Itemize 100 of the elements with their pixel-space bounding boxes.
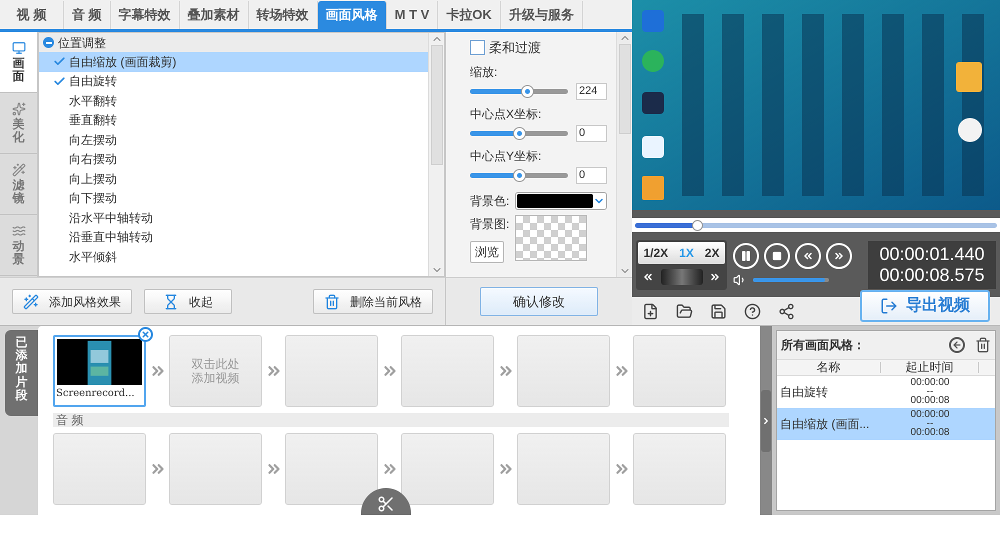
previous-frame-button[interactable] (795, 242, 821, 268)
expand-handle[interactable] (761, 390, 771, 452)
scissors-icon (377, 495, 395, 513)
collapse-icon[interactable] (43, 37, 54, 48)
trash-icon (324, 294, 340, 310)
group-header[interactable]: 位置调整 (39, 33, 428, 52)
list-item[interactable]: 向上摆动 (39, 169, 428, 188)
end-time: 00:00:08 (910, 396, 950, 406)
list-item[interactable]: 向右摆动 (39, 150, 428, 169)
new-file-icon[interactable] (642, 302, 659, 320)
clip-name: Screenrecord... (55, 387, 136, 401)
export-icon (880, 297, 898, 315)
start-time: 00:00:00 (910, 378, 950, 388)
action-button[interactable]: 收起 (144, 289, 232, 314)
magic-wand-icon (23, 294, 39, 310)
trash-icon[interactable] (975, 337, 991, 353)
checkbox[interactable] (470, 40, 485, 56)
time-separator: -- (926, 420, 934, 428)
pause-button[interactable] (733, 242, 759, 268)
sparkles-icon (12, 102, 26, 116)
clip-slot[interactable] (517, 335, 610, 407)
start-time: 00:00:00 (910, 410, 950, 420)
track-label: 已添加片段 (5, 330, 38, 416)
clip-slot[interactable] (517, 433, 610, 505)
table-cell-text: 自由旋转 (779, 384, 829, 401)
list-item[interactable]: 向左摆动 (39, 130, 428, 150)
slider-label: 缩放: (470, 64, 498, 80)
clip-slot[interactable] (633, 335, 726, 407)
slider-thumb[interactable] (513, 168, 526, 182)
share-icon[interactable] (778, 302, 795, 320)
tab[interactable]: 字幕特效 (110, 1, 180, 29)
table-row[interactable]: 自由旋转 00:00:00 -- 00:00:08 (777, 376, 995, 408)
end-time: 00:00:08 (910, 428, 950, 438)
value-field[interactable]: 224 (576, 82, 607, 100)
tab[interactable]: 音 频 (64, 1, 111, 29)
magic-wand-icon (12, 162, 26, 177)
tab[interactable]: 画面风格 (318, 1, 387, 29)
slider-thumb[interactable] (513, 126, 526, 140)
tab[interactable]: 视 频 (0, 1, 64, 29)
speed-option[interactable]: 2X (704, 244, 720, 262)
export-button[interactable]: 导出视频 (860, 290, 990, 322)
field-label: 背景色: (470, 192, 510, 210)
action-button[interactable]: 删除当前风格 (313, 289, 433, 314)
table-cell-text: 自由缩放 (画面... (779, 416, 870, 433)
list-item[interactable]: 向下摆动 (39, 188, 428, 208)
action-button[interactable]: 添加风格效果 (12, 289, 132, 314)
confirm-button[interactable]: 确认修改 (480, 287, 598, 316)
list-item[interactable]: 垂直翻转 (39, 110, 428, 130)
scrollbar[interactable] (428, 33, 444, 276)
list-item[interactable]: 沿垂直中轴转动 (39, 228, 428, 247)
tab[interactable]: M T V (386, 1, 438, 29)
column-header[interactable]: 起止时间 (881, 362, 979, 373)
save-icon[interactable] (710, 302, 727, 320)
tab[interactable]: 升级与服务 (500, 1, 583, 29)
stop-button[interactable] (764, 242, 790, 268)
jog-wheel[interactable] (660, 268, 702, 284)
expand-icon (761, 416, 771, 426)
list-item[interactable]: 自由缩放 (画面裁剪) (39, 52, 428, 72)
slider-label: 中心点X坐标: (470, 106, 542, 122)
remove-icon[interactable] (138, 327, 153, 342)
video-clip[interactable]: Screenrecord... (53, 335, 146, 407)
time-separator: -- (926, 388, 934, 396)
scrollbar[interactable] (616, 32, 632, 277)
clip-slot[interactable] (285, 335, 378, 407)
pause-icon (740, 250, 752, 262)
list-item[interactable]: 水平倾斜 (39, 247, 428, 266)
slider-thumb[interactable] (520, 84, 534, 98)
total-time: 00:00:08.575 (879, 264, 985, 286)
list-item[interactable]: 水平翻转 (39, 91, 428, 110)
folder-icon[interactable] (676, 302, 693, 320)
progress-track[interactable] (635, 222, 997, 228)
audio-label: 音 频 (56, 413, 84, 427)
side-tab[interactable]: 画面 (0, 32, 37, 93)
tab[interactable]: 叠加素材 (180, 1, 249, 29)
column-header[interactable]: 名称 (777, 362, 881, 373)
clip-slot[interactable] (169, 433, 262, 505)
progress-thumb[interactable] (692, 220, 703, 230)
clip-slot[interactable] (633, 433, 726, 505)
speed-option[interactable]: 1/2X (643, 244, 668, 262)
color-dropdown[interactable] (515, 192, 608, 210)
value-field[interactable]: 0 (576, 124, 607, 142)
value-field[interactable]: 0 (576, 166, 607, 184)
monitor-icon (12, 40, 26, 55)
clip-slot[interactable] (285, 433, 378, 505)
next-frame-button[interactable] (826, 242, 852, 268)
table-row[interactable]: 自由缩放 (画面... 00:00:00 -- 00:00:08 (777, 408, 995, 440)
tab[interactable]: 卡拉OK (438, 1, 501, 29)
slider-label: 中心点Y坐标: (470, 148, 542, 164)
clip-slot[interactable] (53, 433, 146, 505)
hourglass-icon (163, 294, 179, 310)
list-item[interactable]: 自由旋转 (39, 72, 428, 91)
list-item[interactable]: 沿水平中轴转动 (39, 208, 428, 228)
current-time: 00:00:01.440 (879, 244, 985, 264)
back-icon[interactable] (949, 337, 965, 353)
panel-title: 所有画面风格： (781, 337, 865, 354)
clip-slot[interactable] (401, 335, 494, 407)
clip-slot[interactable] (401, 433, 494, 505)
field-label: 背景图: (470, 216, 510, 232)
browse-button[interactable]: 浏览 (470, 240, 504, 262)
help-icon[interactable] (744, 302, 761, 320)
